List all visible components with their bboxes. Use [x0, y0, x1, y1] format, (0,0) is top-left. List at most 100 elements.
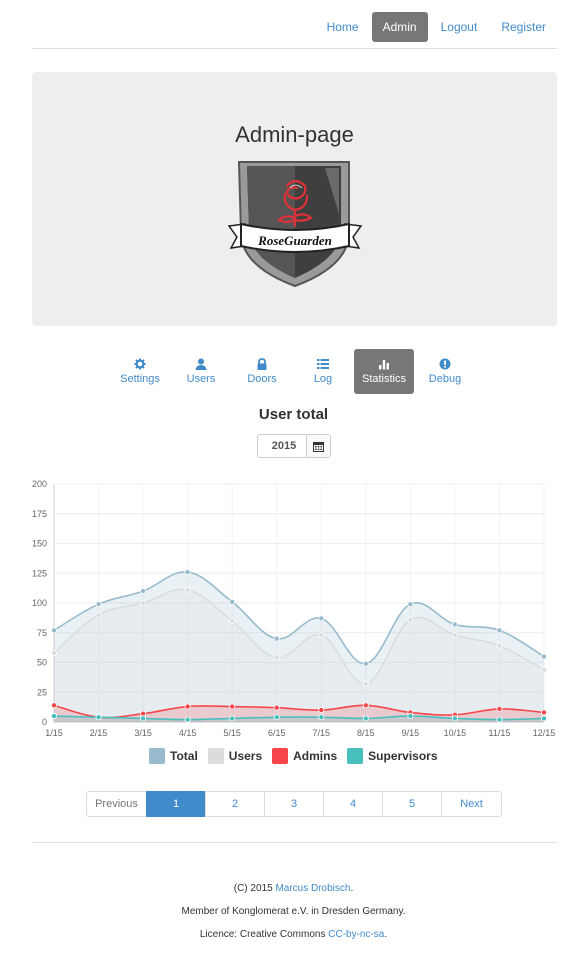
chart-legend: Total Users Admins Supervisors [149, 748, 448, 764]
nav-logout-link[interactable]: Logout [430, 12, 489, 42]
nav-admin-link[interactable]: Admin [371, 12, 428, 42]
footer-licence-prefix: Licence: Creative Commons [199, 929, 329, 940]
legend-item-admins: Admins [272, 748, 337, 764]
data-point-users [273, 654, 280, 661]
data-point-admins [229, 703, 236, 710]
y-tick-label: 25 [37, 687, 47, 697]
data-point-supervisors [184, 716, 191, 723]
data-point-users [229, 617, 236, 624]
y-tick-label: 175 [32, 509, 47, 519]
data-point-supervisors [362, 715, 369, 722]
legend-label-total: Total [170, 749, 198, 763]
data-point-users [140, 599, 147, 606]
data-point-supervisors [50, 713, 57, 720]
tab-debug-label: Debug [428, 373, 462, 385]
x-tick-label: 4/15 [179, 728, 197, 738]
data-point-admins [541, 709, 548, 716]
page-button-1[interactable]: 1 [146, 791, 206, 817]
data-point-total [318, 615, 325, 622]
data-point-users [50, 649, 57, 656]
calendar-button[interactable] [306, 435, 330, 457]
tab-statistics-label: Statistics [361, 373, 406, 385]
data-point-supervisors [229, 715, 236, 722]
legend-swatch-users [207, 748, 224, 764]
pagination: Previous 1 2 3 4 5 Next [86, 791, 502, 817]
lock-icon [232, 357, 292, 371]
user-total-chart: 0 25 50 75 100 125 150 175 200 1/15 2/15 3/15 4/15 5/… [32, 479, 556, 738]
navbar-divider [32, 48, 557, 49]
data-point-users [184, 586, 191, 593]
legend-item-supervisors: Supervisors [347, 748, 438, 764]
y-tick-label: 75 [37, 628, 47, 638]
page-button-2[interactable]: 2 [205, 791, 265, 817]
data-point-total [50, 627, 57, 634]
page-button-5[interactable]: 5 [382, 791, 442, 817]
page-button-3[interactable]: 3 [264, 791, 324, 817]
previous-page-button[interactable]: Previous [86, 791, 147, 817]
tab-users[interactable]: Users [171, 349, 231, 394]
data-point-users [541, 666, 548, 673]
footer-divider [32, 842, 557, 843]
admin-tabs: Settings Users Doors Log Statistics Debu… [110, 349, 476, 394]
data-point-supervisors [407, 713, 414, 720]
data-point-supervisors [451, 715, 458, 722]
legend-item-total: Total [149, 748, 198, 764]
data-point-supervisors [273, 714, 280, 721]
tab-debug[interactable]: Debug [415, 349, 475, 394]
tab-log[interactable]: Log [293, 349, 353, 394]
x-tick-label: 12/15 [533, 728, 556, 738]
x-tick-label: 9/15 [402, 728, 420, 738]
list-icon [293, 357, 353, 371]
data-point-total [184, 569, 191, 576]
y-tick-label: 0 [42, 717, 47, 727]
legend-swatch-supervisors [347, 748, 364, 764]
author-link[interactable]: Marcus Drobisch [275, 883, 350, 894]
nav-home-link[interactable]: Home [316, 12, 370, 42]
tab-settings[interactable]: Settings [110, 349, 170, 394]
data-point-admins [362, 702, 369, 709]
user-icon [171, 357, 231, 371]
data-point-admins [184, 703, 191, 710]
series-area-users [54, 589, 544, 722]
data-point-users [318, 632, 325, 639]
y-tick-label: 125 [32, 568, 47, 578]
data-point-total [229, 598, 236, 605]
top-navbar: Home Admin Logout Register [314, 12, 557, 42]
data-point-total [140, 588, 147, 595]
licence-link[interactable]: CC-by-nc-sa [328, 929, 384, 940]
page-button-4[interactable]: 4 [323, 791, 383, 817]
data-point-supervisors [95, 714, 102, 721]
data-point-users [451, 632, 458, 639]
x-tick-label: 8/15 [357, 728, 375, 738]
y-tick-label: 150 [32, 539, 47, 549]
data-point-supervisors [318, 714, 325, 721]
legend-label-admins: Admins [293, 749, 338, 763]
tab-statistics[interactable]: Statistics [354, 349, 414, 394]
data-point-total [451, 621, 458, 628]
legend-label-users: Users [228, 749, 263, 763]
next-page-button[interactable]: Next [441, 791, 502, 817]
data-point-supervisors [496, 716, 503, 723]
year-input[interactable]: 2015 [258, 435, 306, 457]
x-tick-label: 2/15 [90, 728, 108, 738]
legend-swatch-admins [272, 748, 289, 764]
x-tick-label: 5/15 [223, 728, 241, 738]
x-tick-label: 3/15 [134, 728, 152, 738]
data-point-users [407, 616, 414, 623]
tab-settings-label: Settings [120, 373, 160, 385]
page-title: Admin-page [235, 122, 354, 147]
year-picker[interactable]: 2015 [257, 434, 331, 458]
calendar-icon [313, 441, 324, 452]
roseguarden-logo: RoseGuarden [227, 161, 363, 288]
footer-copyright-prefix: (C) 2015 [233, 883, 276, 894]
legend-label-supervisors: Supervisors [368, 749, 438, 763]
tab-doors[interactable]: Doors [232, 349, 292, 394]
chart-section-title: User total [258, 406, 329, 423]
x-tick-label: 6/15 [268, 728, 286, 738]
footer-copyright-suffix: . [350, 883, 354, 894]
legend-item-users: Users [207, 748, 263, 764]
data-point-admins [496, 705, 503, 712]
data-point-admins [318, 707, 325, 714]
nav-register-link[interactable]: Register [490, 12, 557, 42]
x-tick-label: 7/15 [313, 728, 331, 738]
